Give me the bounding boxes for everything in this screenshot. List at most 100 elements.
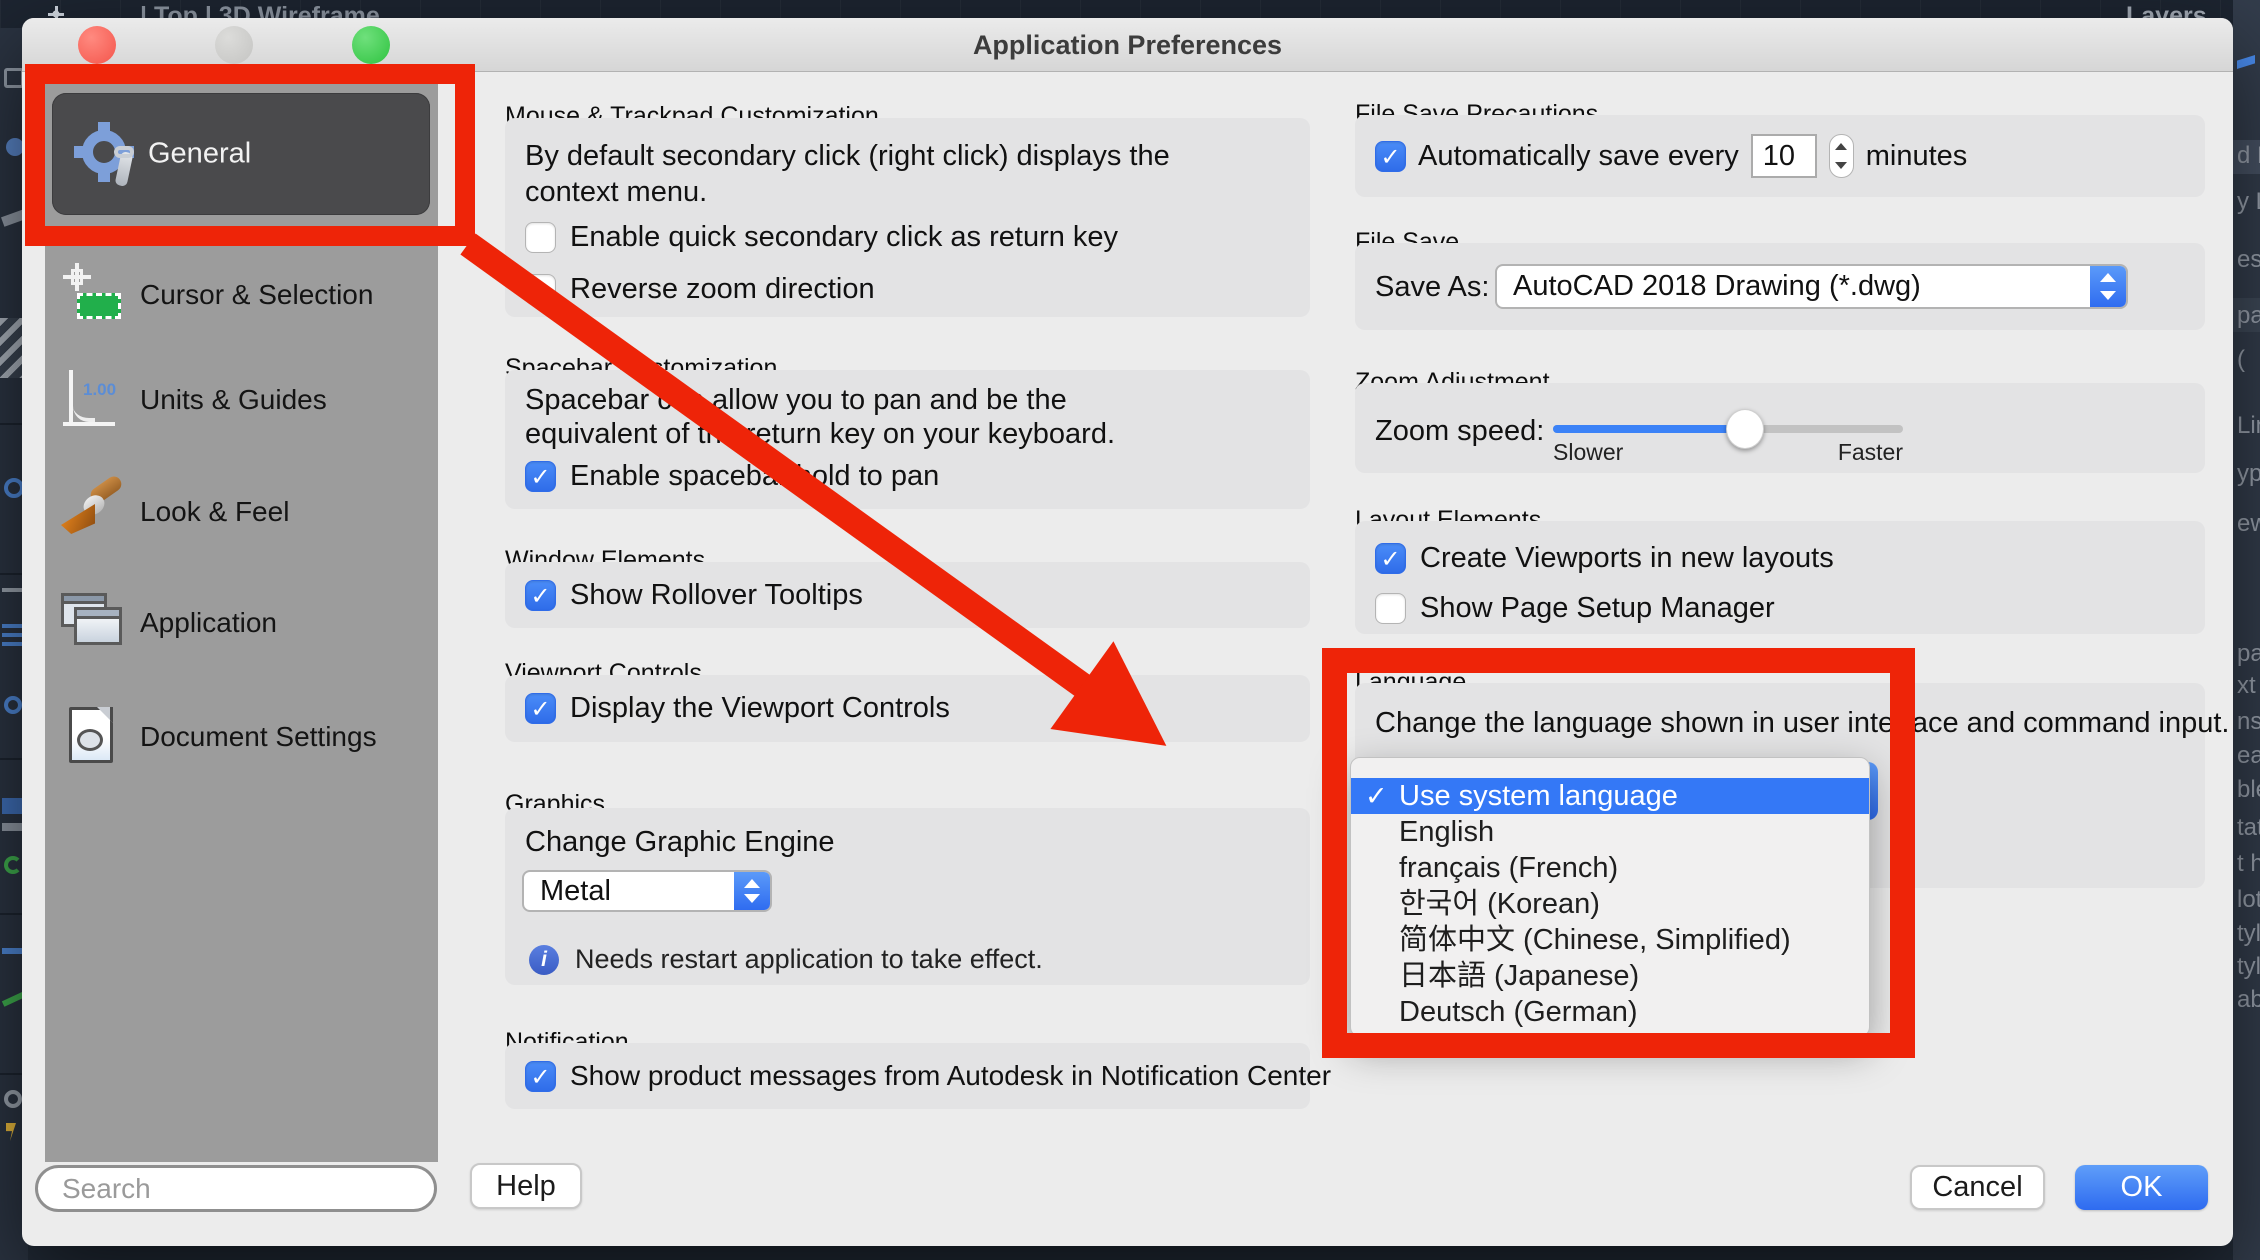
layers-row-fragment: pa xyxy=(2237,302,2260,330)
mouse-trackpad-description: By default secondary click (right click)… xyxy=(525,140,1170,173)
checkbox-page-setup-manager[interactable] xyxy=(1375,593,1406,624)
menu-item-japanese[interactable]: 日本語 (Japanese) xyxy=(1351,958,1869,994)
slider-fill xyxy=(1553,425,1746,433)
background-tool-icon-fragment xyxy=(2,948,24,954)
slider-max-label: Faster xyxy=(1803,439,1903,466)
gear-wrench-icon xyxy=(76,122,140,186)
menu-item-label: 한국어 (Korean) xyxy=(1399,888,1600,920)
graphic-engine-value: Metal xyxy=(524,875,734,908)
layers-row-fragment: d La xyxy=(2237,142,2260,170)
menu-item-label: English xyxy=(1399,816,1494,848)
checkbox-viewport-controls[interactable] xyxy=(525,693,556,724)
sidebar-item-label: Application xyxy=(140,607,277,639)
mouse-trackpad-description: context menu. xyxy=(525,176,707,209)
menu-item-german[interactable]: Deutsch (German) xyxy=(1351,994,1869,1030)
autosave-minutes-field[interactable] xyxy=(1751,134,1817,178)
background-tool-icon-fragment xyxy=(4,68,24,88)
save-as-value: AutoCAD 2018 Drawing (*.dwg) xyxy=(1497,270,2090,303)
dropdown-stepper-icon xyxy=(2090,266,2126,307)
menu-item-label: Use system language xyxy=(1399,780,1678,812)
checkbox-create-viewports[interactable] xyxy=(1375,543,1406,574)
notification-panel: Show product messages from Autodesk in N… xyxy=(505,1043,1310,1109)
screenshot-root: { "background": { "top_bar_left": "| Top… xyxy=(0,0,2260,1260)
dialog-titlebar[interactable]: Application Preferences xyxy=(22,18,2233,72)
checkbox-reverse-zoom[interactable] xyxy=(525,274,556,305)
sidebar-item-label: Document Settings xyxy=(140,721,377,753)
cancel-button[interactable]: Cancel xyxy=(1910,1165,2045,1210)
layers-row-fragment: t h xyxy=(2237,850,2260,878)
file-save-precautions-panel: Automatically save every minutes xyxy=(1355,115,2205,197)
layers-row-fragment: ew xyxy=(2237,510,2260,538)
mouse-trackpad-panel: By default secondary click (right click)… xyxy=(505,118,1310,317)
graphic-engine-select[interactable]: Metal xyxy=(522,870,772,912)
language-description: Change the language shown in user interf… xyxy=(1375,707,2229,740)
preferences-sidebar: General Cursor & Selection 1.00 Units & … xyxy=(45,80,438,1162)
sidebar-item-general[interactable]: General xyxy=(52,93,430,215)
info-icon: i xyxy=(529,945,559,975)
spacebar-panel: Spacebar can allow you to pan and be the… xyxy=(505,370,1310,509)
layers-row-fragment: tat xyxy=(2237,814,2260,842)
window-elements-panel: Show Rollover Tooltips xyxy=(505,562,1310,628)
layers-panel-icon-fragment xyxy=(2237,55,2255,69)
autosave-label: Automatically save every xyxy=(1418,140,1739,173)
sidebar-item-units-guides[interactable]: 1.00 Units & Guides xyxy=(45,350,438,450)
sidebar-item-look-feel[interactable]: Look & Feel xyxy=(45,462,438,562)
document-icon xyxy=(61,705,125,769)
spacebar-description: equivalent of the return key on your key… xyxy=(525,418,1115,451)
save-as-select[interactable]: AutoCAD 2018 Drawing (*.dwg) xyxy=(1495,264,2128,309)
menu-item-label: 日本語 (Japanese) xyxy=(1399,960,1639,992)
checkbox-label: Show product messages from Autodesk in N… xyxy=(570,1060,1331,1092)
layers-row-fragment: ble xyxy=(2237,776,2260,804)
zoom-speed-slider-thumb[interactable] xyxy=(1726,409,1764,449)
menu-item-label: français (French) xyxy=(1399,852,1618,884)
sidebar-item-application[interactable]: Application xyxy=(45,573,438,673)
background-tool-icon-fragment xyxy=(4,696,22,714)
checkbox-label: Enable spacebar hold to pan xyxy=(570,460,939,493)
checkbox-label: Create Viewports in new layouts xyxy=(1420,542,1834,575)
zoom-button[interactable] xyxy=(352,26,390,64)
checkbox-label: Enable quick secondary click as return k… xyxy=(570,221,1118,254)
sidebar-item-label: Units & Guides xyxy=(140,384,327,416)
background-layers-panel: d La y La es pa ( Lin ype ew pa xt ns ea… xyxy=(2233,0,2260,1260)
menu-item-korean[interactable]: 한국어 (Korean) xyxy=(1351,886,1869,922)
sidebar-item-cursor-selection[interactable]: Cursor & Selection xyxy=(45,245,438,345)
graphics-subtitle: Change Graphic Engine xyxy=(525,826,835,859)
help-button[interactable]: Help xyxy=(470,1163,582,1209)
menu-item-use-system-language[interactable]: ✓ Use system language xyxy=(1351,778,1869,814)
minimize-button[interactable] xyxy=(215,26,253,64)
menu-item-label: 简体中文 (Chinese, Simplified) xyxy=(1399,924,1791,956)
checkbox-rollover-tooltips[interactable] xyxy=(525,580,556,611)
checkbox-autosave[interactable] xyxy=(1375,141,1406,172)
sidebar-item-label: Cursor & Selection xyxy=(140,279,373,311)
layers-row-fragment: Lin xyxy=(2237,412,2260,440)
layers-row-fragment: y La xyxy=(2237,188,2260,216)
language-dropdown-menu: ✓ Use system language English français (… xyxy=(1350,757,1870,1037)
checkbox-product-messages[interactable] xyxy=(525,1061,556,1092)
checkmark-icon: ✓ xyxy=(1365,778,1388,814)
background-tool-icon-fragment xyxy=(4,856,22,874)
zoom-adjustment-panel: Zoom speed: Slower Faster xyxy=(1355,383,2205,473)
sidebar-item-document-settings[interactable]: Document Settings xyxy=(45,687,438,787)
cursor-selection-icon xyxy=(61,263,125,327)
checkbox-label: Reverse zoom direction xyxy=(570,273,875,306)
checkbox-label: Show Page Setup Manager xyxy=(1420,592,1775,625)
zoom-speed-label: Zoom speed: xyxy=(1375,415,1544,448)
file-save-panel: Save As: AutoCAD 2018 Drawing (*.dwg) xyxy=(1355,243,2205,330)
layers-row-fragment: lot xyxy=(2237,886,2260,914)
menu-item-label: Deutsch (German) xyxy=(1399,996,1638,1028)
application-preferences-dialog: Application Preferences General xyxy=(22,18,2233,1246)
close-button[interactable] xyxy=(78,26,116,64)
checkbox-spacebar-pan[interactable] xyxy=(525,461,556,492)
layers-row-fragment: ea xyxy=(2237,742,2260,770)
search-input[interactable] xyxy=(35,1165,437,1212)
graphics-note: Needs restart application to take effect… xyxy=(575,944,1043,975)
menu-item-french[interactable]: français (French) xyxy=(1351,850,1869,886)
layers-row-fragment: es xyxy=(2237,246,2260,274)
menu-item-english[interactable]: English xyxy=(1351,814,1869,850)
stepper-icon[interactable] xyxy=(1829,134,1854,178)
background-tool-icon-fragment xyxy=(6,1123,16,1141)
spacebar-description: Spacebar can allow you to pan and be the xyxy=(525,384,1067,417)
menu-item-chinese-simplified[interactable]: 简体中文 (Chinese, Simplified) xyxy=(1351,922,1869,958)
checkbox-quick-secondary-click[interactable] xyxy=(525,222,556,253)
ok-button[interactable]: OK xyxy=(2075,1165,2208,1210)
